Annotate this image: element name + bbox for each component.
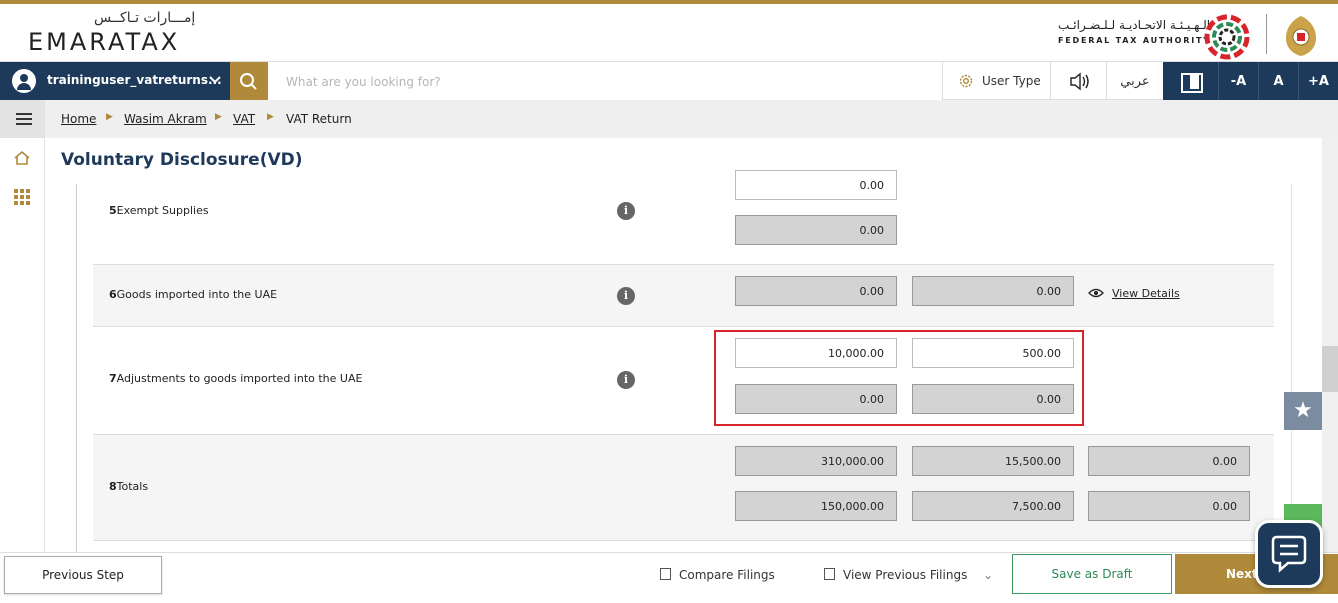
- home-icon[interactable]: [13, 150, 31, 166]
- save-as-draft-button[interactable]: Save as Draft: [1012, 554, 1172, 594]
- vat-row-totals: 8Totals 310,000.00 15,500.00 0.00 150,00…: [93, 435, 1274, 541]
- totals-adjustment: 0.00: [1088, 446, 1250, 476]
- fta-logo-icon: [1204, 14, 1250, 60]
- search-button[interactable]: [230, 62, 268, 101]
- history-icon: [824, 568, 835, 580]
- hamburger-icon-bar: [16, 118, 32, 120]
- scrollbar-track[interactable]: [1322, 138, 1338, 552]
- hamburger-icon: [16, 113, 32, 115]
- hamburger-menu-button[interactable]: [0, 100, 45, 138]
- user-name: traininguser_vatreturns...: [47, 73, 222, 87]
- language-toggle[interactable]: عربي: [1106, 62, 1163, 101]
- panel-border-left: [76, 184, 77, 552]
- scrollbar-thumb[interactable]: [1322, 346, 1338, 392]
- exempt-supplies-amount-input[interactable]: 0.00: [735, 170, 897, 200]
- font-decrease-button[interactable]: -A: [1218, 62, 1258, 101]
- contrast-toggle[interactable]: [1163, 62, 1218, 101]
- font-increase-button[interactable]: +A: [1298, 62, 1338, 101]
- speaker-icon: [1070, 72, 1089, 91]
- search-input[interactable]: [268, 62, 942, 101]
- exempt-supplies-original-amount: 0.00: [735, 215, 897, 245]
- header-divider: [1266, 14, 1267, 54]
- vat-row-adjustments-goods-imported: 7Adjustments to goods imported into the …: [93, 327, 1274, 435]
- breadcrumb-vat[interactable]: VAT: [233, 112, 255, 126]
- breadcrumb-home[interactable]: Home: [61, 112, 96, 126]
- logo-arabic: إمـــارات تـاكــس: [94, 10, 196, 26]
- search-icon: [240, 73, 257, 90]
- totals-original-amount: 150,000.00: [735, 491, 897, 521]
- previous-step-button[interactable]: Previous Step: [4, 556, 162, 594]
- header: إمـــارات تـاكــس EMARATAX الـهـيـئـة ال…: [0, 4, 1338, 61]
- star-icon: ★: [1293, 398, 1313, 423]
- logo-text[interactable]: EMARATAX: [28, 28, 180, 56]
- breadcrumb-separator: ▶: [267, 112, 274, 122]
- chevron-down-icon: [209, 76, 221, 84]
- hamburger-icon-bar: [16, 123, 32, 125]
- highlight-box: [714, 330, 1084, 426]
- breadcrumb: Home ▶ Wasim Akram ▶ VAT ▶ VAT Return: [45, 100, 1338, 138]
- footer-actions: Previous Step Compare Filings View Previ…: [0, 552, 1338, 603]
- chevron-down-icon: ⌄: [983, 568, 994, 582]
- info-icon[interactable]: i: [617, 371, 635, 389]
- chat-icon: [1271, 535, 1307, 573]
- info-icon[interactable]: i: [617, 202, 635, 220]
- user-avatar-icon: [12, 69, 36, 93]
- eye-icon: [1088, 288, 1104, 298]
- uae-emblem-icon: [1286, 16, 1316, 56]
- info-icon[interactable]: i: [617, 287, 635, 305]
- vat-row-exempt-supplies: 5Exempt Supplies i 0.00 0.00: [93, 170, 1274, 265]
- breadcrumb-separator: ▶: [106, 112, 113, 122]
- user-menu[interactable]: traininguser_vatreturns...: [0, 62, 230, 101]
- font-normal-button[interactable]: A: [1258, 62, 1298, 101]
- view-details-label: View Details: [1112, 287, 1180, 300]
- main-content: Voluntary Disclosure(VD) 5Exempt Supplie…: [45, 138, 1338, 552]
- top-navbar: traininguser_vatreturns... User Type عرب…: [0, 61, 1338, 101]
- authority-arabic: الـهـيـئـة الاتحـاديـة لـلـضـرائـب: [1058, 18, 1211, 32]
- row-label: 5Exempt Supplies: [109, 204, 209, 217]
- view-previous-filings-label: View Previous Filings: [843, 568, 968, 582]
- gear-icon: [959, 74, 973, 88]
- totals-vat: 15,500.00: [912, 446, 1074, 476]
- row-label: 7Adjustments to goods imported into the …: [109, 372, 363, 385]
- breadcrumb-separator: ▶: [215, 112, 222, 122]
- view-previous-filings-dropdown[interactable]: View Previous Filings ⌄: [824, 568, 993, 582]
- copy-icon: [660, 568, 671, 580]
- user-type-label: User Type: [982, 74, 1041, 88]
- chat-button[interactable]: [1255, 520, 1323, 588]
- breadcrumb-current: VAT Return: [286, 112, 352, 126]
- row-label: 6Goods imported into the UAE: [109, 288, 278, 301]
- side-rail: [0, 100, 45, 552]
- row-label: 8Totals: [109, 480, 149, 493]
- goods-imported-vat: 0.00: [912, 276, 1074, 306]
- favorite-button[interactable]: ★: [1284, 392, 1322, 430]
- page-title: Voluntary Disclosure(VD): [61, 150, 303, 170]
- totals-original-adjustment: 0.00: [1088, 491, 1250, 521]
- totals-amount: 310,000.00: [735, 446, 897, 476]
- read-aloud-button[interactable]: [1050, 62, 1106, 101]
- breadcrumb-account[interactable]: Wasim Akram: [124, 112, 207, 126]
- compare-filings-label: Compare Filings: [679, 568, 775, 582]
- grid-icon[interactable]: [14, 189, 30, 205]
- goods-imported-amount: 0.00: [735, 276, 897, 306]
- user-type-button[interactable]: User Type: [942, 62, 1050, 101]
- compare-filings-link[interactable]: Compare Filings: [660, 568, 775, 582]
- panel-border-right: [1291, 184, 1292, 552]
- authority-english: FEDERAL TAX AUTHORITY: [1058, 36, 1211, 45]
- totals-original-vat: 7,500.00: [912, 491, 1074, 521]
